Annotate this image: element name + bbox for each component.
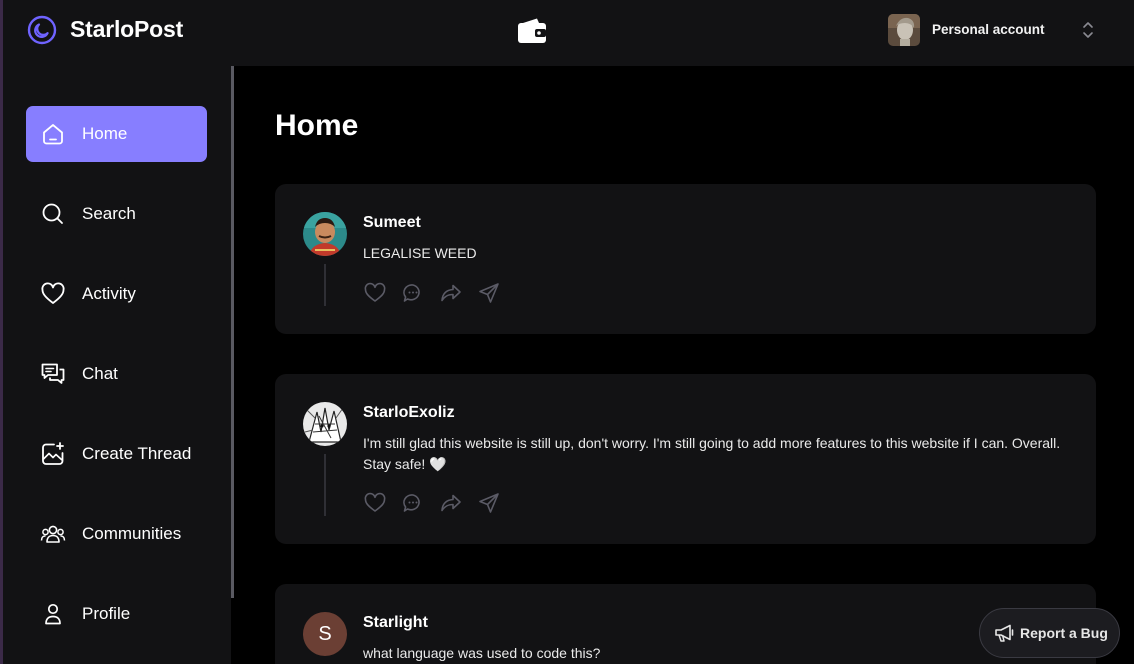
avatar-letter: S: [303, 612, 347, 656]
sidebar-item-label: Communities: [82, 524, 182, 543]
communities-icon: [40, 525, 66, 543]
search-icon: [42, 203, 63, 224]
chat-icon: [41, 363, 65, 384]
account-switcher[interactable]: Personal account: [888, 14, 1108, 46]
thread-card: S Starlight what language was used to co…: [275, 584, 1096, 664]
reply-icon[interactable]: [401, 281, 425, 305]
repost-icon[interactable]: [439, 491, 463, 515]
chevron-up-down-icon: [1083, 22, 1093, 38]
report-bug-button[interactable]: Report a Bug: [979, 608, 1120, 658]
sidebar-scrollbar[interactable]: [231, 66, 234, 598]
thread-card: StarloExoliz I'm still glad this website…: [275, 374, 1096, 544]
sidebar-item-activity[interactable]: Activity: [26, 266, 207, 322]
account-avatar: [888, 14, 920, 46]
sidebar-item-label: Profile: [82, 604, 131, 623]
post-actions: [363, 281, 513, 305]
thread-card: Sumeet LEGALISE WEED: [275, 184, 1096, 334]
post-text: LEGALISE WEED: [363, 245, 477, 261]
home-icon: [43, 124, 63, 145]
post-text: I'm still glad this website is still up,…: [363, 435, 1061, 472]
sidebar-item-home[interactable]: Home: [26, 106, 207, 162]
page-title: Home: [275, 109, 359, 142]
starlo-logo-icon[interactable]: [26, 14, 58, 46]
post-actions: [363, 491, 513, 515]
sidebar-item-create-thread[interactable]: Create Thread: [26, 426, 207, 482]
top-bar: StarloPost Personal account: [3, 0, 1134, 66]
post-text: what language was used to code this?: [363, 645, 601, 661]
sidebar-item-label: Search: [82, 204, 136, 223]
create-thread-icon: [42, 442, 64, 465]
reply-icon[interactable]: [401, 491, 425, 515]
brand-name[interactable]: StarloPost: [70, 16, 183, 43]
megaphone-icon: [995, 624, 1014, 642]
repost-icon[interactable]: [439, 281, 463, 305]
heart-icon: [41, 282, 65, 304]
sidebar-item-label: Create Thread: [82, 444, 192, 463]
report-bug-label: Report a Bug: [1020, 625, 1108, 641]
post-author[interactable]: StarloExoliz: [363, 404, 455, 422]
thread-line: [324, 454, 326, 516]
post-author[interactable]: Sumeet: [363, 214, 421, 232]
post-avatar[interactable]: [303, 212, 347, 256]
like-icon[interactable]: [363, 491, 387, 515]
post-avatar[interactable]: [303, 402, 347, 446]
sidebar-item-profile[interactable]: Profile: [26, 586, 207, 642]
wallet-icon[interactable]: [517, 17, 547, 45]
sidebar-item-label: Chat: [82, 364, 118, 383]
post-author[interactable]: Starlight: [363, 614, 428, 632]
share-icon[interactable]: [477, 281, 501, 305]
like-icon[interactable]: [363, 281, 387, 305]
thread-line: [324, 264, 326, 306]
sidebar-item-label: Activity: [82, 284, 136, 303]
account-label: Personal account: [932, 22, 1045, 37]
sidebar-item-chat[interactable]: Chat: [26, 346, 207, 402]
post-avatar[interactable]: S: [303, 612, 347, 656]
sidebar-item-search[interactable]: Search: [26, 186, 207, 242]
left-sidebar: Home Search Activity Chat Create Thread: [3, 66, 231, 664]
share-icon[interactable]: [477, 491, 501, 515]
sidebar-item-label: Home: [82, 124, 128, 143]
profile-icon: [45, 603, 61, 625]
sidebar-item-communities[interactable]: Communities: [26, 506, 207, 562]
